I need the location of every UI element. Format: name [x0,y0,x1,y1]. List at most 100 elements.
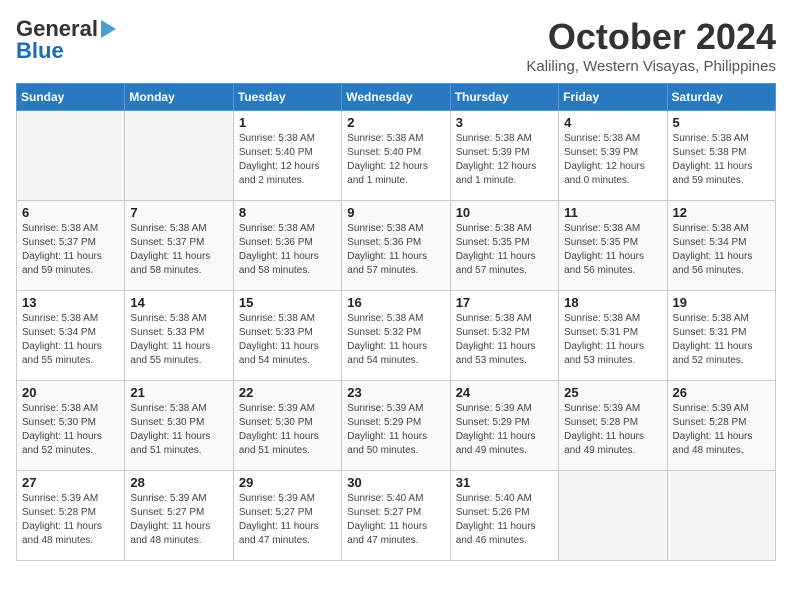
day-number: 13 [22,295,119,310]
day-number: 11 [564,205,661,220]
calendar-cell: 30 Sunrise: 5:40 AM Sunset: 5:27 PM Dayli… [342,471,450,561]
day-number: 7 [130,205,227,220]
calendar-cell: 9Sunrise: 5:38 AM Sunset: 5:36 PM Daylig… [342,201,450,291]
calendar-cell: 11 Sunrise: 5:38 AM Sunset: 5:35 PM Dayli… [559,201,667,291]
day-number: 10 [456,205,553,220]
logo-text-blue: Blue [16,38,64,64]
calendar-cell [125,111,233,201]
title-area: October 2024 Kaliling, Western Visayas, … [526,16,776,75]
calendar-cell: 6Sunrise: 5:38 AM Sunset: 5:37 PM Daylig… [17,201,125,291]
day-number: 20 [22,385,119,400]
day-number: 9 [347,205,444,220]
calendar-cell: 5 Sunrise: 5:38 AM Sunset: 5:38 PM Daylig… [667,111,775,201]
day-detail: Sunrise: 5:39 AM Sunset: 5:30 PM Dayligh… [239,402,336,458]
calendar-cell: 19 Sunrise: 5:38 AM Sunset: 5:31 PM Dayli… [667,291,775,381]
day-number: 18 [564,295,661,310]
day-detail: Sunrise: 5:38 AM Sunset: 5:40 PM Dayligh… [239,132,336,188]
day-detail: Sunrise: 5:39 AM Sunset: 5:28 PM Dayligh… [673,402,770,458]
calendar-cell: 10 Sunrise: 5:38 AM Sunset: 5:35 PM Dayli… [450,201,558,291]
calendar-cell: 24 Sunrise: 5:39 AM Sunset: 5:29 PM Dayli… [450,381,558,471]
day-detail: Sunrise: 5:40 AM Sunset: 5:26 PM Dayligh… [456,492,553,548]
day-detail: Sunrise: 5:39 AM Sunset: 5:28 PM Dayligh… [564,402,661,458]
calendar-cell: 21Sunrise: 5:38 AM Sunset: 5:30 PM Dayli… [125,381,233,471]
day-detail: Sunrise: 5:38 AM Sunset: 5:33 PM Dayligh… [130,312,227,368]
calendar-cell: 8 Sunrise: 5:38 AM Sunset: 5:36 PM Daylig… [233,201,341,291]
day-detail: Sunrise: 5:38 AM Sunset: 5:32 PM Dayligh… [347,312,444,368]
location-title: Kaliling, Western Visayas, Philippines [526,58,776,75]
calendar-cell: 25 Sunrise: 5:39 AM Sunset: 5:28 PM Dayli… [559,381,667,471]
day-detail: Sunrise: 5:38 AM Sunset: 5:39 PM Dayligh… [456,132,553,188]
day-detail: Sunrise: 5:38 AM Sunset: 5:31 PM Dayligh… [673,312,770,368]
day-detail: Sunrise: 5:39 AM Sunset: 5:28 PM Dayligh… [22,492,119,548]
day-detail: Sunrise: 5:40 AM Sunset: 5:27 PM Dayligh… [347,492,444,548]
day-detail: Sunrise: 5:38 AM Sunset: 5:39 PM Dayligh… [564,132,661,188]
day-number: 5 [673,115,770,130]
calendar-cell: 22 Sunrise: 5:39 AM Sunset: 5:30 PM Dayli… [233,381,341,471]
day-detail: Sunrise: 5:38 AM Sunset: 5:37 PM Dayligh… [130,222,227,278]
day-number: 15 [239,295,336,310]
calendar-cell: 13 Sunrise: 5:38 AM Sunset: 5:34 PM Dayli… [17,291,125,381]
calendar-cell: 7 Sunrise: 5:38 AM Sunset: 5:37 PM Daylig… [125,201,233,291]
day-detail: Sunrise: 5:38 AM Sunset: 5:32 PM Dayligh… [456,312,553,368]
day-number: 26 [673,385,770,400]
page-header: General Blue October 2024 Kaliling, West… [16,16,776,75]
column-header-tuesday: Tuesday [233,84,341,111]
calendar-cell: 12Sunrise: 5:38 AM Sunset: 5:34 PM Dayli… [667,201,775,291]
logo-arrow-icon [101,20,116,38]
day-detail: Sunrise: 5:38 AM Sunset: 5:34 PM Dayligh… [673,222,770,278]
calendar-cell: 14Sunrise: 5:38 AM Sunset: 5:33 PM Dayli… [125,291,233,381]
calendar-week-row: 13 Sunrise: 5:38 AM Sunset: 5:34 PM Dayli… [17,291,776,381]
day-number: 6 [22,205,119,220]
calendar-week-row: 20 Sunrise: 5:38 AM Sunset: 5:30 PM Dayli… [17,381,776,471]
calendar-week-row: 27 Sunrise: 5:39 AM Sunset: 5:28 PM Dayli… [17,471,776,561]
day-number: 29 [239,475,336,490]
day-number: 19 [673,295,770,310]
day-detail: Sunrise: 5:39 AM Sunset: 5:27 PM Dayligh… [130,492,227,548]
calendar-cell: 31Sunrise: 5:40 AM Sunset: 5:26 PM Dayli… [450,471,558,561]
day-detail: Sunrise: 5:38 AM Sunset: 5:35 PM Dayligh… [564,222,661,278]
day-number: 27 [22,475,119,490]
day-detail: Sunrise: 5:38 AM Sunset: 5:38 PM Dayligh… [673,132,770,188]
day-detail: Sunrise: 5:38 AM Sunset: 5:31 PM Dayligh… [564,312,661,368]
calendar-body: 1 Sunrise: 5:38 AM Sunset: 5:40 PM Daylig… [17,111,776,561]
calendar-cell [559,471,667,561]
calendar-cell: 2 Sunrise: 5:38 AM Sunset: 5:40 PM Daylig… [342,111,450,201]
day-number: 8 [239,205,336,220]
calendar-cell: 20 Sunrise: 5:38 AM Sunset: 5:30 PM Dayli… [17,381,125,471]
day-number: 1 [239,115,336,130]
calendar-cell: 3 Sunrise: 5:38 AM Sunset: 5:39 PM Daylig… [450,111,558,201]
day-number: 28 [130,475,227,490]
calendar-cell: 26 Sunrise: 5:39 AM Sunset: 5:28 PM Dayli… [667,381,775,471]
calendar-cell: 18 Sunrise: 5:38 AM Sunset: 5:31 PM Dayli… [559,291,667,381]
calendar-cell: 17Sunrise: 5:38 AM Sunset: 5:32 PM Dayli… [450,291,558,381]
day-number: 23 [347,385,444,400]
calendar-cell [667,471,775,561]
day-detail: Sunrise: 5:38 AM Sunset: 5:36 PM Dayligh… [239,222,336,278]
calendar-cell [17,111,125,201]
day-number: 2 [347,115,444,130]
calendar-cell: 29 Sunrise: 5:39 AM Sunset: 5:27 PM Dayli… [233,471,341,561]
logo: General Blue [16,16,116,64]
column-header-wednesday: Wednesday [342,84,450,111]
day-detail: Sunrise: 5:39 AM Sunset: 5:29 PM Dayligh… [347,402,444,458]
column-header-thursday: Thursday [450,84,558,111]
day-number: 30 [347,475,444,490]
calendar-cell: 23 Sunrise: 5:39 AM Sunset: 5:29 PM Dayli… [342,381,450,471]
calendar-week-row: 1 Sunrise: 5:38 AM Sunset: 5:40 PM Daylig… [17,111,776,201]
day-detail: Sunrise: 5:39 AM Sunset: 5:29 PM Dayligh… [456,402,553,458]
column-header-monday: Monday [125,84,233,111]
day-number: 3 [456,115,553,130]
month-title: October 2024 [526,16,776,58]
calendar-cell: 27 Sunrise: 5:39 AM Sunset: 5:28 PM Dayli… [17,471,125,561]
day-number: 25 [564,385,661,400]
day-detail: Sunrise: 5:38 AM Sunset: 5:40 PM Dayligh… [347,132,444,188]
calendar-cell: 4Sunrise: 5:38 AM Sunset: 5:39 PM Daylig… [559,111,667,201]
day-detail: Sunrise: 5:38 AM Sunset: 5:35 PM Dayligh… [456,222,553,278]
day-number: 24 [456,385,553,400]
day-number: 16 [347,295,444,310]
day-detail: Sunrise: 5:38 AM Sunset: 5:34 PM Dayligh… [22,312,119,368]
day-detail: Sunrise: 5:39 AM Sunset: 5:27 PM Dayligh… [239,492,336,548]
day-detail: Sunrise: 5:38 AM Sunset: 5:30 PM Dayligh… [22,402,119,458]
calendar-cell: 28 Sunrise: 5:39 AM Sunset: 5:27 PM Dayli… [125,471,233,561]
day-number: 22 [239,385,336,400]
